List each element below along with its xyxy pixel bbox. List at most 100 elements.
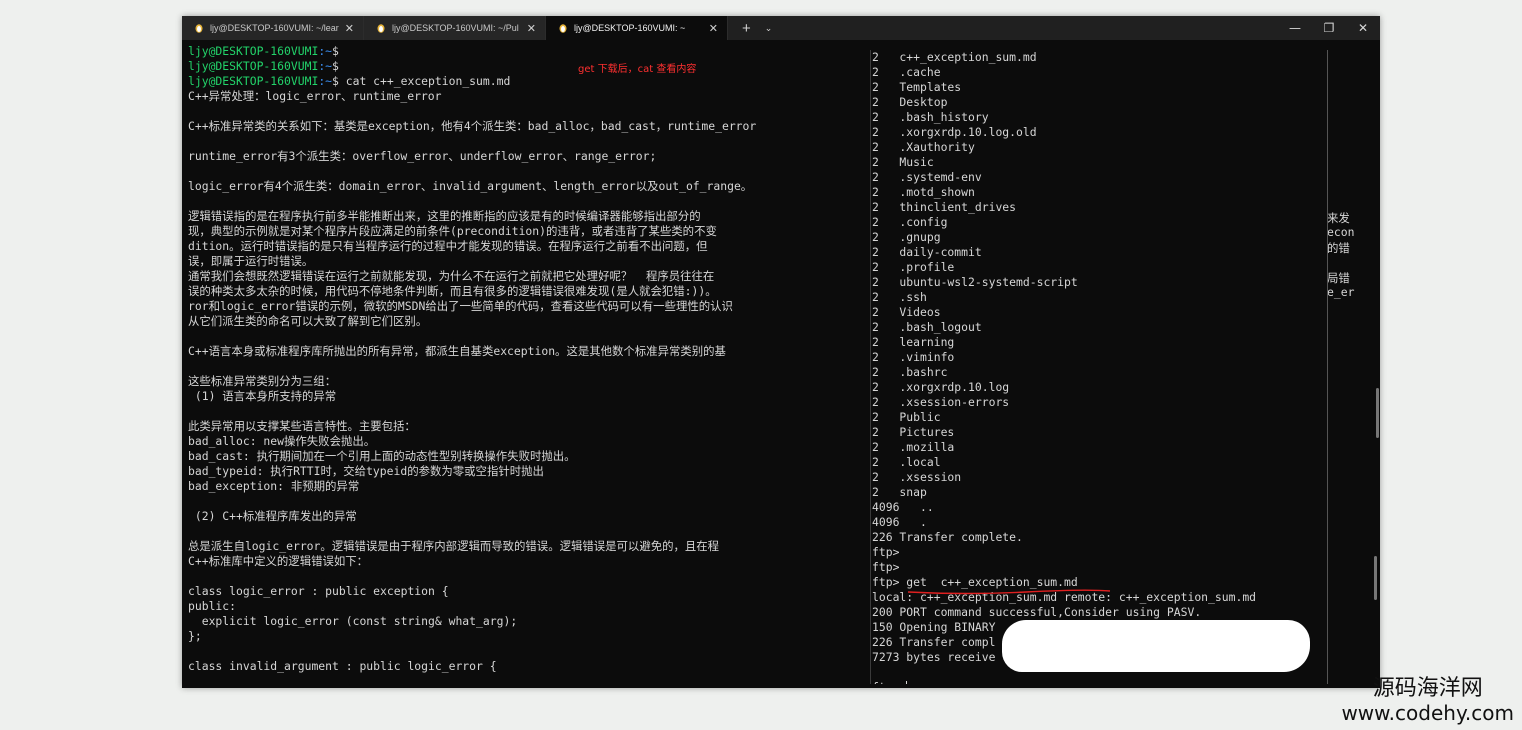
output-line: bad_cast: 执行期间加在一个引用上面的动态性型别转换操作失败时抛出。 — [188, 449, 576, 463]
ftp-output-line: 2 Videos — [871, 305, 1327, 320]
linux-tux-icon — [195, 24, 203, 33]
ftp-output-line: 2 thinclient_drives — [871, 200, 1327, 215]
output-line: bad_typeid: 执行RTTI时，交给typeid的参数为零或空指针时抛出 — [188, 464, 544, 478]
ftp-line-text: 2 .config — [872, 215, 948, 229]
close-tab-icon[interactable]: ✕ — [706, 22, 721, 35]
ftp-output-line: 2 Pictures — [871, 425, 1327, 440]
output-line: 现，典型的示例就是对某个程序片段应满足的前条件(precondition)的违背… — [188, 224, 717, 238]
minimize-button[interactable]: — — [1278, 16, 1312, 40]
ftp-line-text: 2 c++_exception_sum.md — [872, 50, 1037, 64]
output-line: 此类异常用以支撑某些语言特性。主要包括： — [188, 419, 416, 433]
prompt-command: $ — [332, 59, 339, 73]
ftp-output-line: 2 .profile — [871, 260, 1327, 275]
ftp-output-line: 2 .bashrc — [871, 365, 1327, 380]
ftp-output-line: 2 .Xauthority — [871, 140, 1327, 155]
prompt-host: ljy@DESKTOP-160VUMI — [188, 59, 319, 73]
red-annotation: get 下载后，cat 查看内容 — [578, 64, 697, 75]
ftp-output-line: 2 .viminfo — [871, 350, 1327, 365]
ftp-output-line: 2 .xsession-errors — [871, 395, 1327, 410]
ftp-output-line: 2 .systemd-env — [871, 170, 1327, 185]
close-tab-icon[interactable]: ✕ — [342, 22, 357, 35]
output-line: 从它们派生类的命名可以大致了解到它们区别。 — [188, 314, 428, 328]
ftp-line-text: 2 .bash_logout — [872, 320, 982, 334]
prompt-path: :~ — [318, 74, 333, 88]
prompt-command: $ — [332, 44, 339, 58]
ftp-output-line: 2 Desktop — [871, 95, 1327, 110]
shell-prompt-line: ljy@DESKTOP-160VUMI:~$ cat c++_exception… — [188, 74, 870, 89]
close-tab-icon[interactable]: ✕ — [524, 22, 539, 35]
output-line: ror和logic_error错误的示例，微软的MSDN给出了一些简单的代码，查… — [188, 299, 733, 313]
ftp-line-text: 2 .bash_history — [872, 110, 989, 124]
ftp-line-text: 2 .xorgxrdp.10.log.old — [872, 125, 1037, 139]
tab-1[interactable]: ljy@DESKTOP-160VUMI: ~/lear ✕ — [182, 16, 364, 40]
overflow-fragment: 来发 — [1327, 211, 1350, 225]
ftp-line-text: 2 .xorgxrdp.10.log — [872, 380, 1010, 394]
tab-bar: ljy@DESKTOP-160VUMI: ~/lear ✕ ljy@DESKTO… — [182, 16, 1380, 40]
ftp-line-text: 2 .bashrc — [872, 365, 948, 379]
watermark-cn: 源码海洋网 — [1372, 676, 1483, 701]
tab-title: ljy@DESKTOP-160VUMI: ~/Pul — [392, 23, 519, 33]
ftp-output-line: 2 .bash_logout — [871, 320, 1327, 335]
tab-2[interactable]: ljy@DESKTOP-160VUMI: ~/Pul ✕ — [364, 16, 546, 40]
output-line: public: — [188, 599, 237, 613]
pane-scrollbar-thumb[interactable] — [1374, 556, 1377, 600]
ftp-line-text: 2 snap — [872, 485, 927, 499]
output-line: C++标准库中定义的逻辑错误如下： — [188, 554, 369, 568]
redaction-blob — [1002, 620, 1310, 672]
ftp-output-line: 2 .xorgxrdp.10.log.old — [871, 125, 1327, 140]
ftp-line-text: 4096 . — [872, 515, 927, 529]
output-line: 逻辑错误指的是在程序执行前多半能推断出来，这里的推断指的应该是有的时候编译器能够… — [188, 209, 701, 223]
maximize-button[interactable]: ❐ — [1312, 16, 1346, 40]
ftp-line-text: 2 Music — [872, 155, 934, 169]
ftp-output-line: 4096 . — [871, 515, 1327, 530]
left-terminal-pane[interactable]: ljy@DESKTOP-160VUMI:~$ ljy@DESKTOP-160VUM… — [188, 44, 870, 684]
shell-prompt-line: ljy@DESKTOP-160VUMI:~$ — [188, 44, 870, 59]
ftp-output-line: 2 snap — [871, 485, 1327, 500]
ftp-output-line: 2 daily-commit — [871, 245, 1327, 260]
close-window-button[interactable]: ✕ — [1346, 16, 1380, 40]
tab-3-active[interactable]: ljy@DESKTOP-160VUMI: ~ ✕ — [546, 16, 728, 40]
output-line: (2) C++标准程序库发出的异常 — [188, 509, 357, 523]
ftp-line-text: 2 daily-commit — [872, 245, 982, 259]
ftp-line-text: 2 .systemd-env — [872, 170, 982, 184]
output-line: C++标准异常类的关系如下：基类是exception，他有4个派生类：bad_a… — [188, 119, 757, 133]
ftp-output-line: 2 Public — [871, 410, 1327, 425]
output-line: C++异常处理：logic_error、runtime_error — [188, 89, 442, 103]
ftp-output-line: 2 .bash_history — [871, 110, 1327, 125]
ftp-output-line: 2 .xsession — [871, 470, 1327, 485]
ftp-line-text: ftp> get c++_exception_sum.md — [872, 575, 1078, 589]
ftp-output-line: 4096 .. — [871, 500, 1327, 515]
scrollbar-thumb[interactable] — [1376, 388, 1379, 438]
prompt-host: ljy@DESKTOP-160VUMI — [188, 74, 319, 88]
ftp-output-line: 2 .mozilla — [871, 440, 1327, 455]
ftp-line-text: 2 Pictures — [872, 425, 955, 439]
ftp-line-text: 2 thinclient_drives — [872, 200, 1017, 214]
output-line: bad_exception: 非预期的异常 — [188, 479, 360, 493]
ftp-line-text: 2 Public — [872, 410, 941, 424]
ftp-output-line: 2 .config — [871, 215, 1327, 230]
ftp-line-text: 226 Transfer compl — [872, 635, 996, 649]
tab-dropdown-button[interactable]: ⌄ — [759, 23, 779, 34]
ftp-line-text: 2 Templates — [872, 80, 962, 94]
ftp-line-text: 2 .profile — [872, 260, 955, 274]
ftp-line-text: 7273 bytes receive — [872, 650, 996, 664]
output-line: }; — [188, 629, 202, 643]
watermark-url: www.codehy.com — [1341, 701, 1514, 725]
output-line: (1) 语言本身所支持的异常 — [188, 389, 337, 403]
new-tab-button[interactable]: + — [728, 20, 759, 37]
ftp-output-line: 2 learning — [871, 335, 1327, 350]
ftp-line-text: 2 .cache — [872, 65, 941, 79]
linux-tux-icon — [559, 24, 567, 33]
ftp-line-text: 2 .xsession-errors — [872, 395, 1010, 409]
ftp-output-line: 2 .gnupg — [871, 230, 1327, 245]
ftp-output-line: ftp> — [871, 680, 1327, 684]
ftp-output-line: ftp> — [871, 560, 1327, 575]
ftp-output-line: 2 .ssh — [871, 290, 1327, 305]
ftp-line-text: 150 Opening BINARY — [872, 620, 996, 634]
prompt-command: $ cat c++_exception_sum.md — [332, 74, 511, 88]
